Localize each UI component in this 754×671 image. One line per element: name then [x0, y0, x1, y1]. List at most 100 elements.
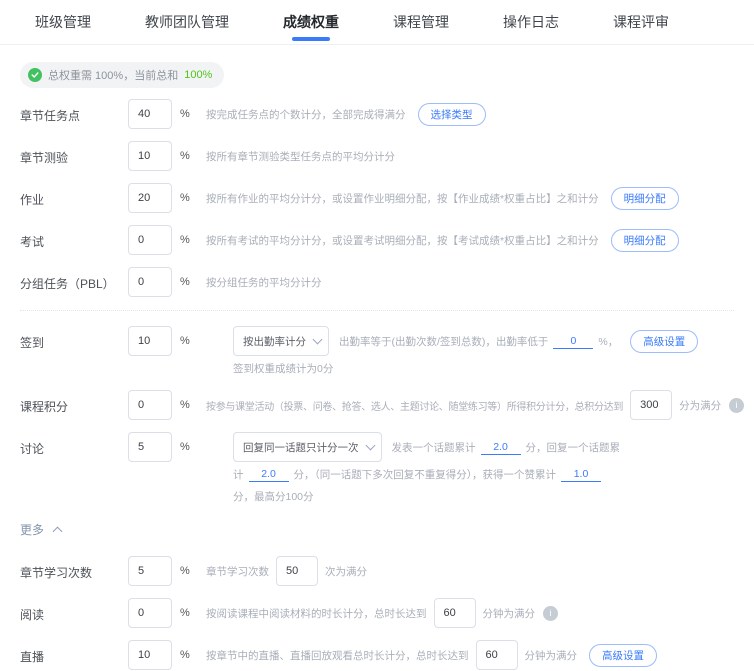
live-desc-1: 按章节中的直播、直播回放观看总时长计分，总时长达到 — [206, 649, 469, 662]
row-homework: 作业 % 按所有作业的平均分计分，或设置作业明细分配，按【作业成绩*权重占比】之… — [20, 183, 734, 213]
row-label: 章节任务点 — [20, 109, 81, 123]
chevron-up-icon — [52, 526, 63, 536]
chevron-down-icon — [312, 334, 323, 345]
more-toggle[interactable]: 更多 — [20, 521, 63, 538]
task-points-weight-input[interactable] — [128, 99, 172, 129]
row-label: 阅读 — [20, 608, 45, 622]
section-divider — [20, 310, 734, 311]
row-chapter-study: 章节学习次数 % 章节学习次数 次为满分 — [20, 556, 734, 586]
row-description: 按所有作业的平均分计分，或设置作业明细分配，按【作业成绩*权重占比】之和计分 — [206, 193, 599, 205]
row-discussion: 讨论 % 回复同一话题只计分一次 发表一个话题累计 分，回复一个话题累 计 分，… — [20, 432, 734, 506]
discussion-mode-select[interactable]: 回复同一话题只计分一次 — [233, 432, 382, 462]
tab-grade-weight[interactable]: 成绩权重 — [283, 0, 339, 44]
like-score-input[interactable] — [561, 466, 601, 482]
tab-bar: 班级管理 教师团队管理 成绩权重 课程管理 操作日志 课程评审 — [0, 0, 754, 45]
percent-unit: % — [180, 399, 190, 411]
signin-mode-select[interactable]: 按出勤率计分 — [233, 326, 329, 356]
discussion-weight-input[interactable] — [128, 432, 172, 462]
group-task-weight-input[interactable] — [128, 267, 172, 297]
row-label: 课程积分 — [20, 400, 69, 414]
live-desc-2: 分钟为满分 — [524, 649, 578, 662]
row-label: 签到 — [20, 336, 45, 350]
notice-text: 总权重需 100%，当前总和 — [48, 70, 179, 82]
chapter-study-weight-input[interactable] — [128, 556, 172, 586]
discussion-seg-5: 分，最高分100分 — [233, 490, 314, 503]
tab-class-management[interactable]: 班级管理 — [35, 0, 91, 44]
discussion-mode-value: 回复同一话题只计分一次 — [243, 441, 359, 454]
row-label: 直播 — [20, 650, 45, 664]
live-advanced-settings-button[interactable]: 高级设置 — [589, 643, 657, 667]
course-points-weight-input[interactable] — [128, 390, 172, 420]
reading-desc-2: 分钟为满分 — [482, 607, 536, 620]
signin-desc-3: 签到权重成绩计为0分 — [233, 362, 334, 375]
row-description: 按所有考试的平均分计分，或设置考试明细分配，按【考试成绩*权重占比】之和计分 — [206, 235, 599, 247]
row-label: 讨论 — [20, 442, 45, 456]
row-description: 按分组任务的平均分计分 — [206, 277, 322, 289]
row-task-points: 章节任务点 % 按完成任务点的个数计分，全部完成得满分 选择类型 — [20, 99, 734, 129]
row-label: 章节学习次数 — [20, 566, 93, 580]
exam-weight-input[interactable] — [128, 225, 172, 255]
row-description: 按完成任务点的个数计分，全部完成得满分 — [206, 109, 406, 121]
chapter-study-desc-2: 次为满分 — [325, 565, 367, 578]
attendance-rate-threshold-input[interactable] — [553, 333, 594, 349]
live-minutes-input[interactable] — [475, 640, 518, 670]
discussion-seg-3: 计 — [233, 468, 244, 481]
homework-detail-allocation-button[interactable]: 明细分配 — [610, 187, 679, 210]
row-live: 直播 % 按章节中的直播、直播回放观看总时长计分，总时长达到 分钟为满分 高级设… — [20, 640, 734, 670]
row-group-task: 分组任务（PBL） % 按分组任务的平均分计分 — [20, 267, 734, 297]
percent-unit: % — [180, 234, 190, 246]
tab-operation-log[interactable]: 操作日志 — [503, 0, 559, 44]
tab-teacher-team[interactable]: 教师团队管理 — [145, 0, 229, 44]
percent-unit: % — [180, 649, 190, 661]
select-type-button[interactable]: 选择类型 — [417, 103, 486, 126]
row-exam: 考试 % 按所有考试的平均分计分，或设置考试明细分配，按【考试成绩*权重占比】之… — [20, 225, 734, 255]
signin-weight-input[interactable] — [128, 326, 172, 356]
percent-unit: % — [180, 108, 190, 120]
percent-unit: % — [180, 565, 190, 577]
row-label: 分组任务（PBL） — [20, 277, 115, 291]
homework-weight-input[interactable] — [128, 183, 172, 213]
notice-current-total: 100% — [184, 69, 213, 81]
row-chapter-quiz: 章节测验 % 按所有章节测验类型任务点的平均分计分 — [20, 141, 734, 171]
reply-score-input[interactable] — [248, 466, 289, 482]
chapter-quiz-weight-input[interactable] — [128, 141, 172, 171]
chapter-study-desc-1: 章节学习次数 — [206, 565, 269, 578]
more-label: 更多 — [20, 523, 45, 537]
row-signin: 签到 % 按出勤率计分 出勤率等于(出勤次数/签到总数)，出勤率低于 %， 高级… — [20, 326, 734, 378]
chevron-down-icon — [365, 440, 375, 451]
signin-desc-2: %， — [598, 335, 619, 348]
signin-advanced-settings-button[interactable]: 高级设置 — [630, 329, 699, 353]
total-weight-notice: 总权重需 100%，当前总和 100% — [20, 62, 225, 88]
grade-weight-panel: 总权重需 100%，当前总和 100% 章节任务点 % 按完成任务点的个数计分，… — [0, 45, 754, 671]
max-points-input[interactable] — [630, 390, 673, 420]
percent-unit: % — [180, 335, 190, 347]
row-label: 考试 — [20, 235, 45, 249]
percent-unit: % — [180, 276, 190, 288]
signin-mode-value: 按出勤率计分 — [243, 335, 306, 348]
reading-desc-1: 按阅读课程中阅读材料的时长计分，总时长达到 — [206, 607, 427, 620]
percent-unit: % — [180, 150, 190, 162]
row-course-points: 课程积分 % 按参与课堂活动（投票、问卷、抢答、选人、主题讨论、随堂练习等）所得… — [20, 390, 745, 420]
check-circle-icon — [28, 68, 42, 82]
percent-unit: % — [180, 192, 190, 204]
row-label: 章节测验 — [20, 151, 69, 165]
row-description: 按所有章节测验类型任务点的平均分计分 — [206, 151, 395, 163]
row-reading: 阅读 % 按阅读课程中阅读材料的时长计分，总时长达到 分钟为满分 i — [20, 598, 734, 628]
exam-detail-allocation-button[interactable]: 明细分配 — [610, 229, 679, 252]
info-icon[interactable]: i — [729, 397, 745, 413]
course-points-desc-1: 按参与课堂活动（投票、问卷、抢答、选人、主题讨论、随堂练习等）所得积分计分，总积… — [206, 401, 624, 413]
discussion-seg-2: 分，回复一个话题累 — [525, 441, 621, 454]
discussion-seg-4: 分，（同一话题下多次回复不重复得分），获得一个赞累计 — [293, 468, 557, 481]
tab-course-management[interactable]: 课程管理 — [393, 0, 449, 44]
topic-score-input[interactable] — [480, 439, 521, 455]
tab-course-review[interactable]: 课程评审 — [613, 0, 669, 44]
reading-weight-input[interactable] — [128, 598, 172, 628]
percent-unit: % — [180, 607, 190, 619]
reading-minutes-input[interactable] — [433, 598, 476, 628]
percent-unit: % — [180, 441, 190, 453]
study-times-input[interactable] — [276, 556, 318, 586]
info-icon[interactable]: i — [543, 605, 558, 621]
live-weight-input[interactable] — [128, 640, 172, 670]
discussion-seg-1: 发表一个话题累计 — [391, 441, 476, 454]
row-label: 作业 — [20, 193, 45, 207]
